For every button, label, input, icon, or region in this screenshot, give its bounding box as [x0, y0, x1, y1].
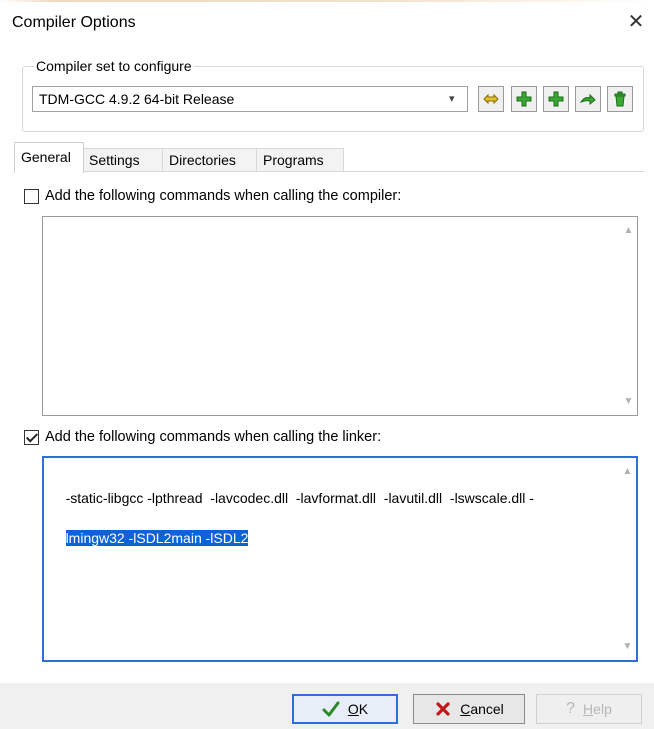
help-button-label: Help [583, 701, 612, 717]
linker-commands-text-unselected: -static-libgcc -lpthread -lavcodec.dll -… [65, 490, 534, 506]
tab-general-label: General [21, 149, 71, 165]
help-rest: elp [593, 701, 612, 717]
linker-commands-text-selected: lmingw32 -lSDL2main -lSDL2 [65, 530, 249, 546]
tab-general[interactable]: General [14, 142, 84, 173]
linker-commands-checkbox[interactable] [24, 429, 39, 445]
scroll-down-icon[interactable]: ▼ [622, 641, 633, 652]
ok-check-icon [322, 701, 340, 717]
ok-mnemonic: O [347, 701, 359, 717]
ok-button-label: OK [348, 701, 368, 717]
tab-programs[interactable]: Programs [256, 148, 344, 172]
tab-programs-label: Programs [263, 152, 324, 168]
linker-commands-label: Add the following commands when calling … [45, 429, 382, 445]
compiler-commands-label: Add the following commands when calling … [45, 188, 402, 204]
linker-commands-textarea[interactable]: -static-libgcc -lpthread -lavcodec.dll -… [42, 456, 638, 662]
compiler-commands-scrollbar[interactable]: ▲ ▼ [620, 217, 637, 415]
trash-icon [614, 91, 626, 107]
cancel-x-icon [436, 702, 450, 716]
compiler-commands-checkbox[interactable] [24, 188, 39, 204]
scroll-up-icon[interactable]: ▲ [623, 225, 634, 236]
linker-commands-scrollbar[interactable]: ▲ ▼ [619, 458, 636, 660]
cancel-button-label: Cancel [460, 701, 504, 717]
ok-button[interactable]: OK [292, 694, 398, 724]
close-icon[interactable]: ✕ [626, 12, 646, 32]
tab-directories[interactable]: Directories [162, 148, 258, 172]
find-compilers-button[interactable] [478, 86, 504, 112]
help-question-icon: ? [566, 700, 576, 717]
cancel-mnemonic: C [460, 701, 471, 717]
plus-green-icon [548, 91, 564, 107]
compiler-commands-textarea[interactable]: ▲ ▼ [42, 216, 638, 416]
rename-compiler-set-button[interactable] [575, 86, 601, 112]
linker-commands-text: -static-libgcc -lpthread -lavcodec.dll -… [50, 468, 612, 568]
cancel-rest: ancel [470, 701, 504, 717]
window-title: Compiler Options [12, 14, 136, 31]
ok-rest: K [358, 701, 369, 717]
find-compilers-icon [483, 93, 499, 105]
tab-directories-label: Directories [169, 152, 236, 168]
tab-panel-divider [14, 171, 644, 172]
help-button[interactable]: ? Help [536, 694, 642, 724]
compiler-set-legend: Compiler set to configure [34, 58, 194, 74]
scroll-down-icon[interactable]: ▼ [623, 396, 634, 407]
plus-green-icon [516, 91, 532, 107]
compiler-commands-row: Add the following commands when calling … [24, 186, 401, 206]
add-compiler-set-button[interactable] [511, 86, 537, 112]
tab-settings-label: Settings [89, 152, 140, 168]
add-compiler-set-folder-button[interactable] [543, 86, 569, 112]
tab-settings[interactable]: Settings [82, 148, 164, 172]
title-bar-accent-line [0, 0, 654, 2]
compiler-set-dropdown[interactable]: TDM-GCC 4.9.2 64-bit Release ▾ [32, 86, 468, 112]
help-mnemonic: H [583, 701, 594, 717]
linker-commands-row: Add the following commands when calling … [24, 427, 381, 447]
delete-compiler-set-button[interactable] [607, 86, 633, 112]
scroll-up-icon[interactable]: ▲ [622, 466, 633, 477]
compiler-set-selected: TDM-GCC 4.9.2 64-bit Release [39, 91, 235, 107]
cancel-button[interactable]: Cancel [413, 694, 525, 724]
rename-arrow-icon [579, 93, 596, 106]
chevron-down-icon: ▾ [449, 93, 455, 105]
